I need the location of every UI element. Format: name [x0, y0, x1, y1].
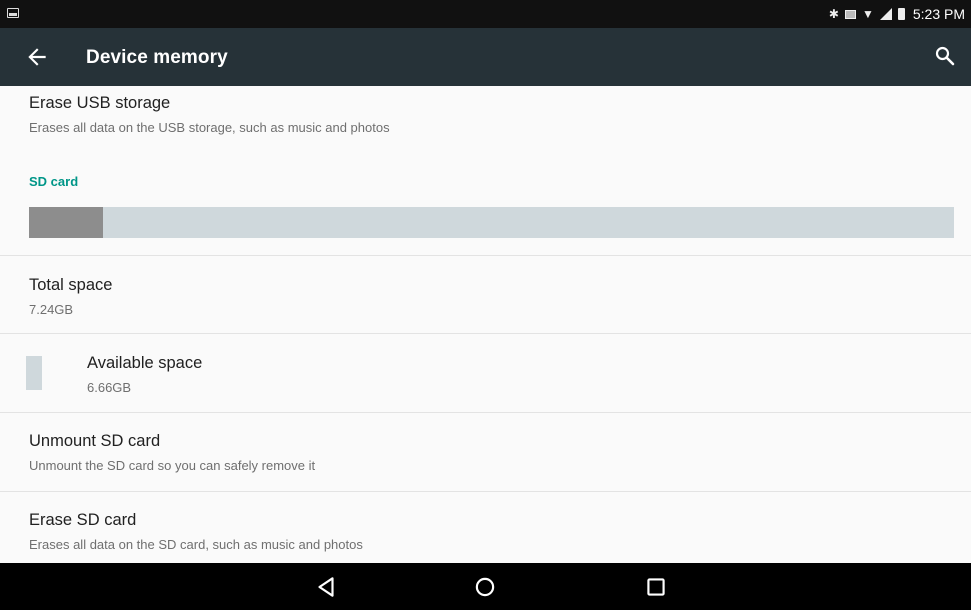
storage-notification-icon	[844, 9, 856, 19]
unmount-sd-card-item[interactable]: Unmount SD card Unmount the SD card so y…	[0, 413, 971, 491]
item-title: Erase SD card	[29, 511, 137, 529]
storage-used-segment	[29, 207, 104, 238]
erase-usb-storage-item[interactable]: Erase USB storage Erases all data on the…	[0, 86, 971, 144]
item-summary: Erases all data on the SD card, such as …	[29, 537, 363, 552]
item-title: Total space	[29, 276, 113, 294]
section-header-sd-card: SD card	[29, 174, 79, 189]
item-summary: Unmount the SD card so you can safely re…	[29, 458, 316, 473]
item-value: 7.24GB	[29, 302, 74, 317]
erase-sd-card-item[interactable]: Erase SD card Erases all data on the SD …	[0, 492, 971, 563]
search-icon[interactable]	[933, 44, 957, 68]
cell-signal-icon	[879, 8, 892, 20]
wifi-icon: ▼	[861, 7, 874, 21]
item-title: Available space	[87, 354, 203, 372]
storage-usage-bar	[29, 207, 954, 238]
item-title: Unmount SD card	[29, 432, 161, 450]
item-summary: Erases all data on the USB storage, such…	[29, 120, 390, 135]
item-title: Erase USB storage	[29, 94, 171, 112]
status-bar: ✱ ▼ 5:23 PM	[0, 0, 971, 28]
available-space-item: Available space 6.66GB	[0, 334, 971, 412]
home-circle-icon[interactable]	[472, 574, 498, 600]
total-space-item: Total space 7.24GB	[0, 256, 971, 333]
app-bar: Device memory	[0, 28, 971, 86]
page-title: Device memory	[86, 47, 228, 68]
settings-list: Erase USB storage Erases all data on the…	[0, 86, 971, 563]
battery-icon	[897, 8, 905, 20]
recents-square-icon[interactable]	[643, 574, 669, 600]
bluetooth-icon: ✱	[828, 7, 839, 21]
status-time: 5:23 PM	[912, 6, 965, 22]
navigation-bar	[0, 563, 971, 610]
item-value: 6.66GB	[87, 380, 132, 395]
status-icons: ✱ ▼ 5:23 PM	[829, 0, 965, 28]
picture-notification-icon	[7, 8, 19, 18]
arrow-back-icon[interactable]	[24, 44, 50, 70]
back-triangle-icon[interactable]	[313, 574, 339, 600]
